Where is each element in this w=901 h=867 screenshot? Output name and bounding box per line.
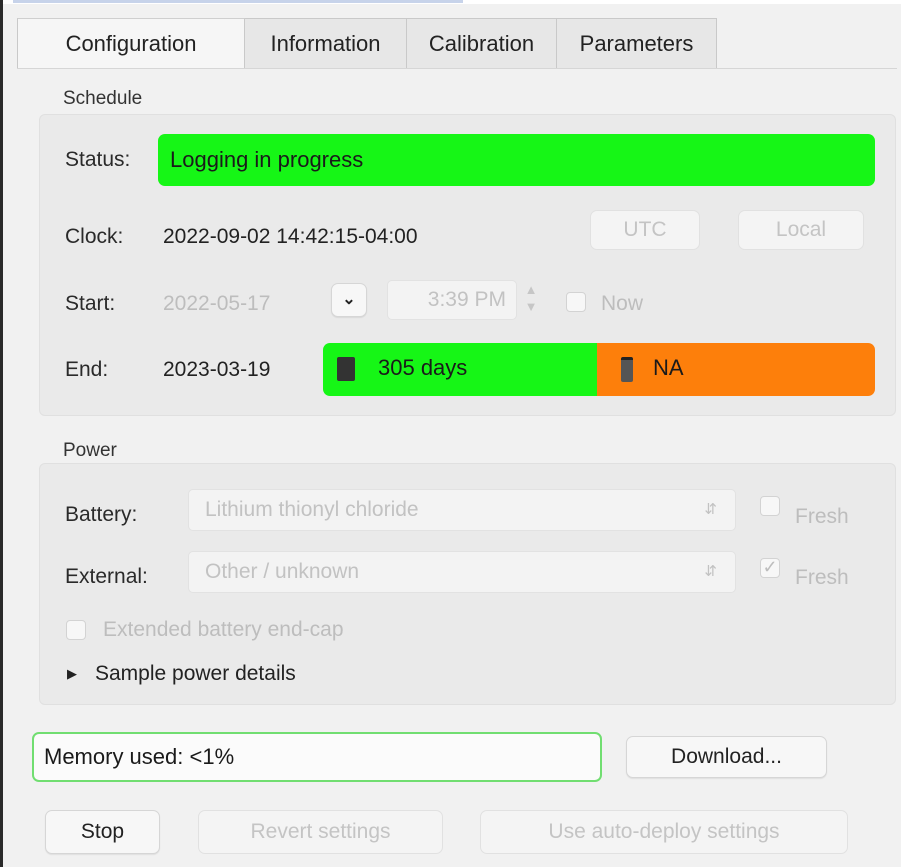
tab-calibration[interactable]: Calibration (407, 18, 557, 68)
clock-label: Clock: (65, 225, 124, 248)
stepper-down-icon[interactable]: ▼ (520, 298, 542, 315)
disclosure-triangle-icon[interactable]: ▶ (67, 666, 77, 682)
power-section-label: Power (63, 440, 117, 461)
battery-icon (621, 357, 633, 382)
configuration-window: Configuration Information Calibration Pa… (0, 0, 901, 867)
status-indicator: Logging in progress (158, 134, 875, 186)
select-arrows-icon: ⇵ (704, 563, 717, 580)
status-label: Status: (65, 148, 131, 171)
memory-chip-icon (337, 357, 355, 381)
external-label: External: (65, 565, 148, 588)
revert-settings-button[interactable]: Revert settings (198, 810, 443, 854)
chevron-down-icon: ⌄ (342, 291, 356, 308)
end-date-value: 2023-03-19 (163, 358, 271, 381)
battery-label: Battery: (65, 503, 138, 526)
tab-parameters[interactable]: Parameters (557, 18, 717, 68)
checkmark-icon: ✓ (762, 557, 778, 577)
local-button[interactable]: Local (738, 210, 864, 250)
battery-type-value: Lithium thionyl chloride (205, 498, 419, 521)
start-date-field[interactable]: 2022-05-17 (163, 292, 270, 316)
memory-life-value: 305 days (378, 355, 468, 380)
schedule-section-label: Schedule (63, 88, 143, 109)
stepper-up-icon[interactable]: ▲ (520, 281, 542, 298)
external-fresh-checkbox[interactable]: ✓ (760, 558, 780, 578)
battery-life-segment: NA (597, 343, 875, 396)
now-checkbox[interactable] (566, 292, 586, 312)
date-dropdown-button[interactable]: ⌄ (331, 283, 367, 317)
deployment-life-bar: 305 days NA (323, 343, 875, 396)
auto-deploy-button[interactable]: Use auto-deploy settings (480, 810, 848, 854)
external-power-value: Other / unknown (205, 560, 360, 583)
tab-information[interactable]: Information (245, 18, 407, 68)
battery-fresh-label: Fresh (795, 505, 849, 528)
tab-divider (17, 68, 897, 69)
time-stepper[interactable]: ▲ ▼ (520, 281, 542, 319)
memory-life-segment: 305 days (323, 343, 597, 396)
utc-button[interactable]: UTC (590, 210, 700, 250)
start-time-field[interactable]: 3:39 PM (387, 280, 517, 320)
battery-fresh-checkbox[interactable] (760, 496, 780, 516)
clock-value: 2022-09-02 14:42:15-04:00 (163, 225, 418, 248)
start-label: Start: (65, 292, 116, 315)
battery-type-select[interactable]: Lithium thionyl chloride ⇵ (188, 489, 736, 531)
memory-used-field: Memory used: <1% (32, 732, 602, 782)
end-label: End: (65, 358, 109, 381)
sample-power-details-label[interactable]: Sample power details (95, 662, 296, 686)
now-label: Now (601, 292, 644, 315)
tab-configuration[interactable]: Configuration (17, 18, 245, 68)
download-button[interactable]: Download... (626, 736, 827, 778)
endcap-checkbox[interactable] (66, 620, 86, 640)
select-arrows-icon: ⇵ (704, 501, 717, 518)
top-edge (3, 0, 901, 4)
stop-button[interactable]: Stop (45, 810, 160, 854)
selection-edge (13, 0, 463, 3)
external-fresh-label: Fresh (795, 566, 849, 589)
endcap-label: Extended battery end-cap (103, 618, 344, 641)
battery-life-value: NA (653, 355, 684, 380)
external-power-select[interactable]: Other / unknown ⇵ (188, 551, 736, 593)
tab-bar: Configuration Information Calibration Pa… (17, 18, 897, 69)
